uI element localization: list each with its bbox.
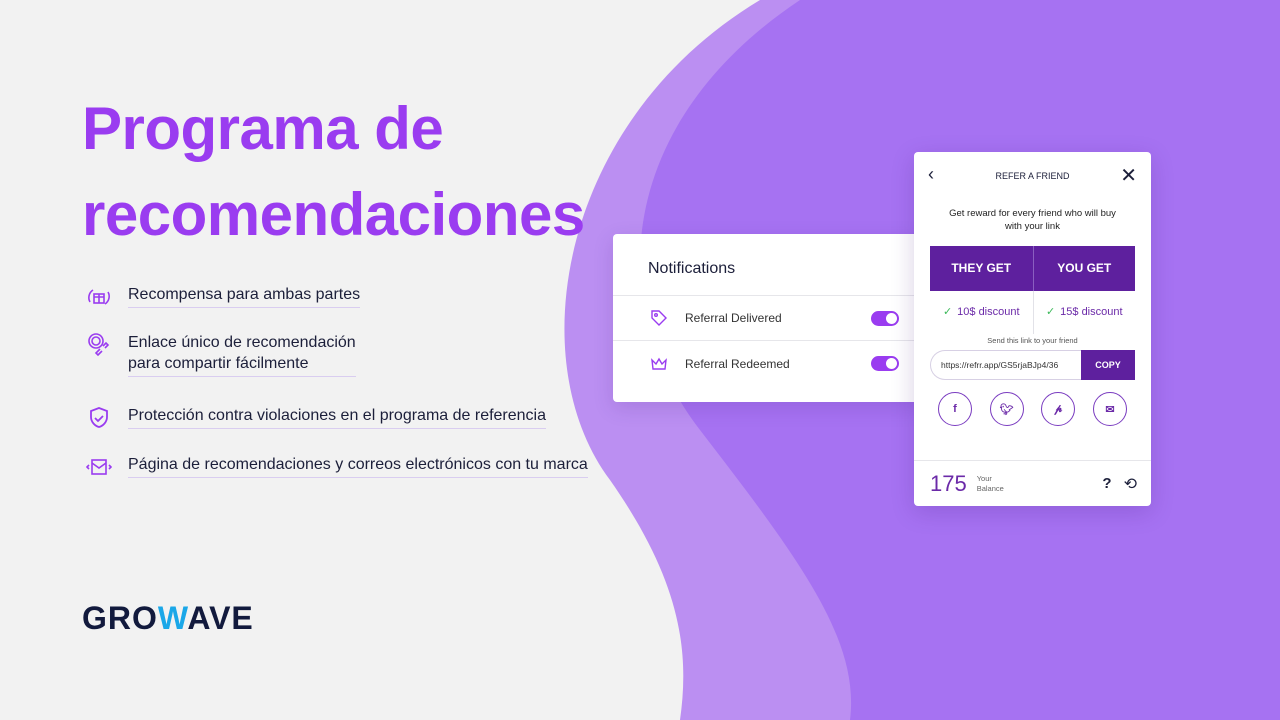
- notifications-panel: Notifications Referral Delivered Referra…: [613, 234, 923, 402]
- twitter-icon[interactable]: 🐦︎: [989, 392, 1024, 426]
- tag-icon: [651, 310, 667, 326]
- feature-text-line: para compartir fácilmente: [128, 355, 309, 372]
- notification-row: Referral Delivered: [613, 296, 923, 341]
- facebook-icon[interactable]: f: [938, 392, 972, 426]
- feature-text: Página de recomendaciones y correos elec…: [128, 454, 588, 478]
- branded-email-icon: [86, 459, 112, 475]
- copy-button[interactable]: COPY: [1081, 350, 1135, 380]
- notification-label: Referral Redeemed: [685, 356, 790, 371]
- growave-logo: GROWAVE: [82, 600, 254, 636]
- widget-title: REFER A FRIEND: [995, 171, 1070, 181]
- balance-value: 175: [930, 470, 967, 496]
- feature-item: Recompensa para ambas partes: [86, 284, 361, 310]
- help-icon[interactable]: ?: [1102, 475, 1111, 492]
- fingerprint-link-icon: [88, 333, 110, 357]
- balance-label: Your Balance: [976, 473, 1004, 493]
- title-line-2: recomendaciones: [82, 181, 585, 248]
- notification-row: Referral Redeemed: [613, 341, 923, 386]
- notification-label: Referral Delivered: [685, 311, 782, 325]
- check-icon: ✓: [942, 306, 953, 318]
- referral-redeemed-toggle[interactable]: [871, 356, 899, 371]
- feature-item: Protección contra violaciones en el prog…: [86, 405, 547, 431]
- they-get-header: THEY GET: [930, 246, 1033, 291]
- shield-check-icon: [90, 407, 108, 428]
- referral-link-field[interactable]: https://refrr.app/GS5rjaBJp4/36: [930, 350, 1081, 380]
- referral-delivered-toggle[interactable]: [871, 310, 899, 326]
- check-icon: ✓: [1045, 306, 1056, 318]
- close-icon[interactable]: ✕: [1120, 163, 1137, 188]
- feature-text: Protección contra violaciones en el prog…: [128, 405, 547, 429]
- pinterest-icon[interactable]: 𝓅: [1041, 392, 1076, 426]
- feature-item: Enlace único de recomendación para compar…: [86, 332, 356, 377]
- you-get-header: YOU GET: [1032, 246, 1135, 291]
- title-line-1: Programa de: [82, 95, 444, 162]
- send-link-label: Send this link to your friend: [987, 336, 1078, 345]
- crown-icon: [651, 357, 667, 370]
- you-get-value: ✓ 15$ discount: [1032, 291, 1136, 334]
- page-title: Programa de recomendaciones: [82, 86, 585, 258]
- feature-text: Enlace único de recomendación para compar…: [128, 332, 356, 377]
- feature-text-line: Enlace único de recomendación: [128, 334, 356, 351]
- refer-a-friend-widget: ‹ REFER A FRIEND ✕ Get reward for every …: [914, 152, 1151, 506]
- chevron-left-icon[interactable]: ‹: [928, 164, 934, 185]
- email-icon[interactable]: ✉: [1092, 392, 1127, 426]
- feature-item: Página de recomendaciones y correos elec…: [86, 454, 588, 480]
- notifications-title: Notifications: [613, 234, 923, 296]
- widget-description: Get reward for every friend who will buy…: [949, 208, 1116, 232]
- gift-cycle-icon: [88, 289, 110, 305]
- feature-text: Recompensa para ambas partes: [128, 284, 361, 308]
- they-get-value: ✓ 10$ discount: [942, 306, 1020, 318]
- history-icon[interactable]: ⟲: [1124, 474, 1137, 494]
